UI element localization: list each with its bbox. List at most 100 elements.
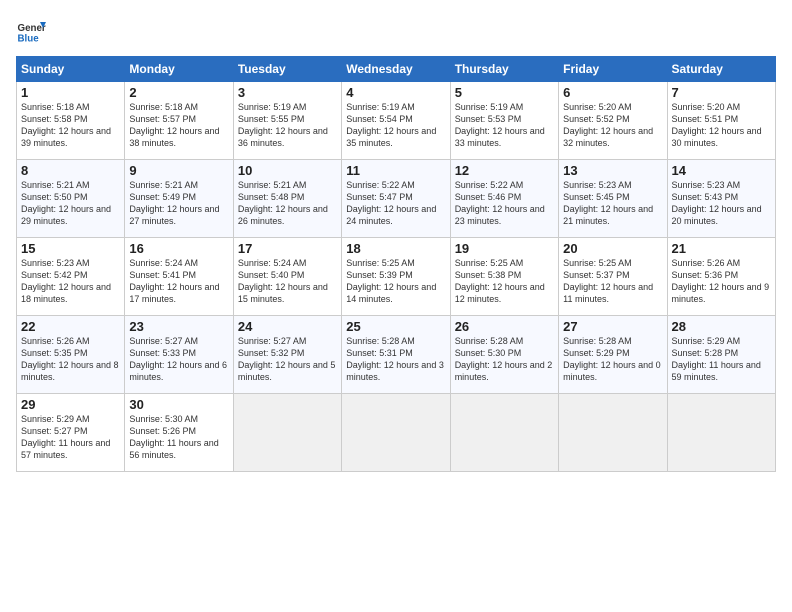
day-number: 28 <box>672 319 771 334</box>
col-header-monday: Monday <box>125 57 233 82</box>
day-info: Sunrise: 5:22 AM Sunset: 5:47 PM Dayligh… <box>346 179 445 228</box>
day-info: Sunrise: 5:29 AM Sunset: 5:28 PM Dayligh… <box>672 335 771 384</box>
day-info: Sunrise: 5:23 AM Sunset: 5:43 PM Dayligh… <box>672 179 771 228</box>
day-number: 19 <box>455 241 554 256</box>
day-info: Sunrise: 5:18 AM Sunset: 5:58 PM Dayligh… <box>21 101 120 150</box>
day-number: 25 <box>346 319 445 334</box>
col-header-friday: Friday <box>559 57 667 82</box>
calendar-cell: 14 Sunrise: 5:23 AM Sunset: 5:43 PM Dayl… <box>667 160 775 238</box>
calendar-cell: 24 Sunrise: 5:27 AM Sunset: 5:32 PM Dayl… <box>233 316 341 394</box>
calendar-week-2: 8 Sunrise: 5:21 AM Sunset: 5:50 PM Dayli… <box>17 160 776 238</box>
calendar-cell: 27 Sunrise: 5:28 AM Sunset: 5:29 PM Dayl… <box>559 316 667 394</box>
calendar-cell <box>667 394 775 472</box>
logo-icon: General Blue <box>16 16 46 46</box>
calendar-header-row: SundayMondayTuesdayWednesdayThursdayFrid… <box>17 57 776 82</box>
day-number: 16 <box>129 241 228 256</box>
calendar-cell: 29 Sunrise: 5:29 AM Sunset: 5:27 PM Dayl… <box>17 394 125 472</box>
day-number: 6 <box>563 85 662 100</box>
day-info: Sunrise: 5:23 AM Sunset: 5:45 PM Dayligh… <box>563 179 662 228</box>
calendar-table: SundayMondayTuesdayWednesdayThursdayFrid… <box>16 56 776 472</box>
calendar-cell: 12 Sunrise: 5:22 AM Sunset: 5:46 PM Dayl… <box>450 160 558 238</box>
day-number: 23 <box>129 319 228 334</box>
day-info: Sunrise: 5:21 AM Sunset: 5:50 PM Dayligh… <box>21 179 120 228</box>
calendar-cell: 11 Sunrise: 5:22 AM Sunset: 5:47 PM Dayl… <box>342 160 450 238</box>
day-number: 30 <box>129 397 228 412</box>
logo: General Blue <box>16 16 50 46</box>
calendar-cell: 7 Sunrise: 5:20 AM Sunset: 5:51 PM Dayli… <box>667 82 775 160</box>
day-info: Sunrise: 5:25 AM Sunset: 5:39 PM Dayligh… <box>346 257 445 306</box>
day-number: 22 <box>21 319 120 334</box>
day-info: Sunrise: 5:25 AM Sunset: 5:37 PM Dayligh… <box>563 257 662 306</box>
calendar-week-5: 29 Sunrise: 5:29 AM Sunset: 5:27 PM Dayl… <box>17 394 776 472</box>
day-info: Sunrise: 5:19 AM Sunset: 5:53 PM Dayligh… <box>455 101 554 150</box>
calendar-cell: 21 Sunrise: 5:26 AM Sunset: 5:36 PM Dayl… <box>667 238 775 316</box>
day-info: Sunrise: 5:27 AM Sunset: 5:32 PM Dayligh… <box>238 335 337 384</box>
day-info: Sunrise: 5:28 AM Sunset: 5:30 PM Dayligh… <box>455 335 554 384</box>
day-info: Sunrise: 5:20 AM Sunset: 5:52 PM Dayligh… <box>563 101 662 150</box>
calendar-cell: 10 Sunrise: 5:21 AM Sunset: 5:48 PM Dayl… <box>233 160 341 238</box>
day-number: 20 <box>563 241 662 256</box>
calendar-cell: 2 Sunrise: 5:18 AM Sunset: 5:57 PM Dayli… <box>125 82 233 160</box>
day-number: 9 <box>129 163 228 178</box>
calendar-cell: 19 Sunrise: 5:25 AM Sunset: 5:38 PM Dayl… <box>450 238 558 316</box>
day-number: 1 <box>21 85 120 100</box>
day-info: Sunrise: 5:21 AM Sunset: 5:48 PM Dayligh… <box>238 179 337 228</box>
day-number: 5 <box>455 85 554 100</box>
calendar-cell <box>233 394 341 472</box>
calendar-cell: 23 Sunrise: 5:27 AM Sunset: 5:33 PM Dayl… <box>125 316 233 394</box>
col-header-saturday: Saturday <box>667 57 775 82</box>
day-number: 24 <box>238 319 337 334</box>
calendar-cell: 8 Sunrise: 5:21 AM Sunset: 5:50 PM Dayli… <box>17 160 125 238</box>
calendar-cell: 5 Sunrise: 5:19 AM Sunset: 5:53 PM Dayli… <box>450 82 558 160</box>
calendar-cell <box>342 394 450 472</box>
day-number: 13 <box>563 163 662 178</box>
calendar-cell: 16 Sunrise: 5:24 AM Sunset: 5:41 PM Dayl… <box>125 238 233 316</box>
day-number: 14 <box>672 163 771 178</box>
day-number: 17 <box>238 241 337 256</box>
day-info: Sunrise: 5:28 AM Sunset: 5:29 PM Dayligh… <box>563 335 662 384</box>
day-info: Sunrise: 5:30 AM Sunset: 5:26 PM Dayligh… <box>129 413 228 462</box>
calendar-cell: 25 Sunrise: 5:28 AM Sunset: 5:31 PM Dayl… <box>342 316 450 394</box>
day-number: 15 <box>21 241 120 256</box>
day-number: 26 <box>455 319 554 334</box>
day-info: Sunrise: 5:25 AM Sunset: 5:38 PM Dayligh… <box>455 257 554 306</box>
calendar-cell: 1 Sunrise: 5:18 AM Sunset: 5:58 PM Dayli… <box>17 82 125 160</box>
calendar-cell <box>450 394 558 472</box>
calendar-cell: 3 Sunrise: 5:19 AM Sunset: 5:55 PM Dayli… <box>233 82 341 160</box>
calendar-week-3: 15 Sunrise: 5:23 AM Sunset: 5:42 PM Dayl… <box>17 238 776 316</box>
day-number: 11 <box>346 163 445 178</box>
calendar-cell: 18 Sunrise: 5:25 AM Sunset: 5:39 PM Dayl… <box>342 238 450 316</box>
day-info: Sunrise: 5:21 AM Sunset: 5:49 PM Dayligh… <box>129 179 228 228</box>
calendar-body: 1 Sunrise: 5:18 AM Sunset: 5:58 PM Dayli… <box>17 82 776 472</box>
calendar-cell <box>559 394 667 472</box>
calendar-week-4: 22 Sunrise: 5:26 AM Sunset: 5:35 PM Dayl… <box>17 316 776 394</box>
day-number: 4 <box>346 85 445 100</box>
day-number: 12 <box>455 163 554 178</box>
day-number: 3 <box>238 85 337 100</box>
day-info: Sunrise: 5:20 AM Sunset: 5:51 PM Dayligh… <box>672 101 771 150</box>
day-number: 10 <box>238 163 337 178</box>
calendar-cell: 20 Sunrise: 5:25 AM Sunset: 5:37 PM Dayl… <box>559 238 667 316</box>
day-number: 2 <box>129 85 228 100</box>
calendar-cell: 26 Sunrise: 5:28 AM Sunset: 5:30 PM Dayl… <box>450 316 558 394</box>
calendar-cell: 6 Sunrise: 5:20 AM Sunset: 5:52 PM Dayli… <box>559 82 667 160</box>
col-header-tuesday: Tuesday <box>233 57 341 82</box>
calendar-cell: 17 Sunrise: 5:24 AM Sunset: 5:40 PM Dayl… <box>233 238 341 316</box>
day-info: Sunrise: 5:24 AM Sunset: 5:41 PM Dayligh… <box>129 257 228 306</box>
calendar-cell: 15 Sunrise: 5:23 AM Sunset: 5:42 PM Dayl… <box>17 238 125 316</box>
day-number: 18 <box>346 241 445 256</box>
calendar-cell: 28 Sunrise: 5:29 AM Sunset: 5:28 PM Dayl… <box>667 316 775 394</box>
day-info: Sunrise: 5:26 AM Sunset: 5:35 PM Dayligh… <box>21 335 120 384</box>
day-info: Sunrise: 5:18 AM Sunset: 5:57 PM Dayligh… <box>129 101 228 150</box>
day-info: Sunrise: 5:28 AM Sunset: 5:31 PM Dayligh… <box>346 335 445 384</box>
col-header-sunday: Sunday <box>17 57 125 82</box>
calendar-cell: 13 Sunrise: 5:23 AM Sunset: 5:45 PM Dayl… <box>559 160 667 238</box>
calendar-cell: 22 Sunrise: 5:26 AM Sunset: 5:35 PM Dayl… <box>17 316 125 394</box>
day-info: Sunrise: 5:29 AM Sunset: 5:27 PM Dayligh… <box>21 413 120 462</box>
day-number: 29 <box>21 397 120 412</box>
calendar-cell: 30 Sunrise: 5:30 AM Sunset: 5:26 PM Dayl… <box>125 394 233 472</box>
svg-text:Blue: Blue <box>18 34 40 45</box>
col-header-thursday: Thursday <box>450 57 558 82</box>
day-info: Sunrise: 5:19 AM Sunset: 5:54 PM Dayligh… <box>346 101 445 150</box>
day-info: Sunrise: 5:26 AM Sunset: 5:36 PM Dayligh… <box>672 257 771 306</box>
